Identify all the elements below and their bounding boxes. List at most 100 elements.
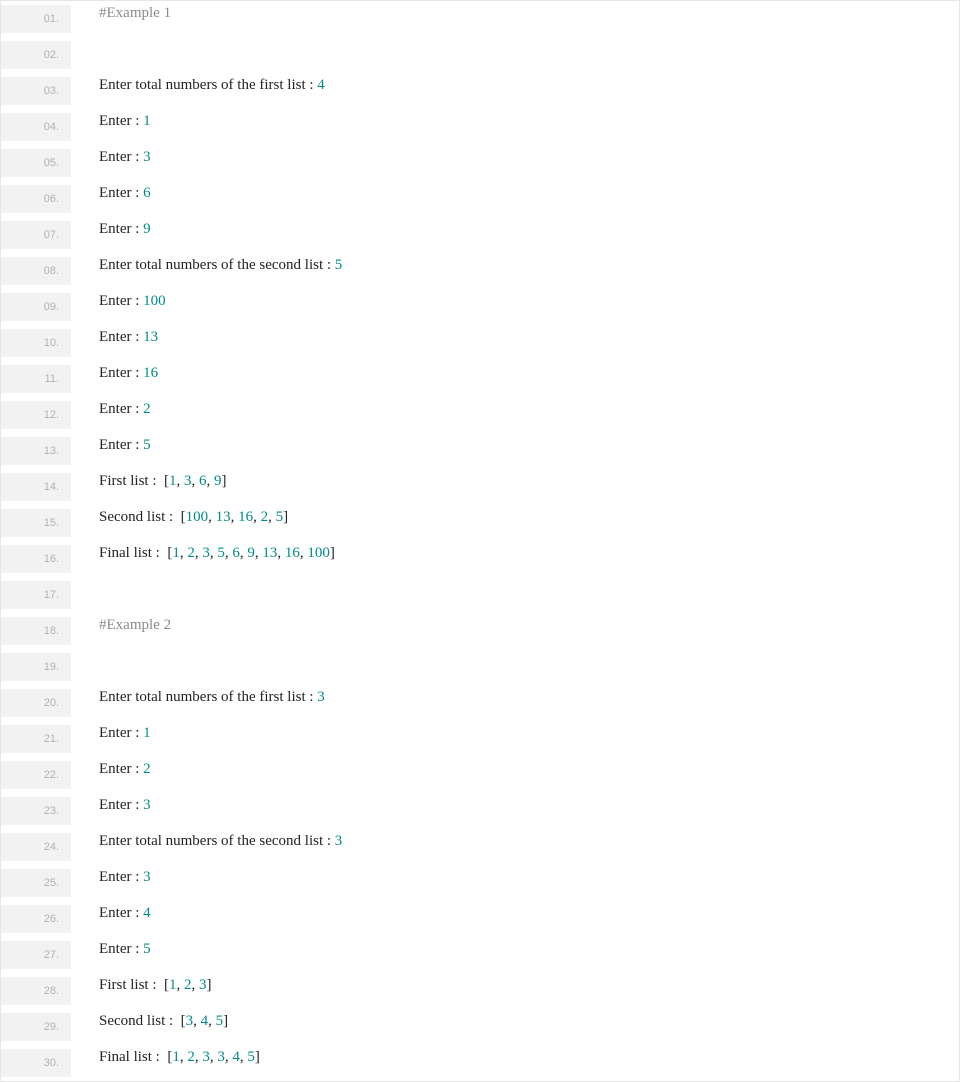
token-number: 5 xyxy=(335,257,343,273)
code-content: Enter : 6 xyxy=(71,185,959,202)
token-plain: Enter : xyxy=(99,797,143,813)
code-content: Enter : 100 xyxy=(71,293,959,310)
token-plain: Enter : xyxy=(99,869,143,885)
token-number: 13 xyxy=(262,545,277,561)
code-content: First list : [1, 2, 3] xyxy=(71,977,959,994)
token-plain: Enter total numbers of the first list : xyxy=(99,77,317,93)
token-plain: , xyxy=(192,977,200,993)
token-number: 16 xyxy=(143,365,158,381)
token-number: 16 xyxy=(238,509,253,525)
token-plain: Enter : xyxy=(99,293,143,309)
code-content: First list : [1, 3, 6, 9] xyxy=(71,473,959,490)
code-content: Enter : 1 xyxy=(71,113,959,130)
code-line: 13.Enter : 5 xyxy=(1,433,959,469)
code-line: 23.Enter : 3 xyxy=(1,793,959,829)
code-content: Enter : 3 xyxy=(71,797,959,814)
token-plain: ] xyxy=(223,1013,228,1029)
token-plain: , xyxy=(180,1049,188,1065)
code-content: Enter total numbers of the second list :… xyxy=(71,257,959,274)
token-plain: , xyxy=(208,1013,216,1029)
token-number: 2 xyxy=(143,401,151,417)
token-number: 6 xyxy=(143,185,151,201)
code-line: 12.Enter : 2 xyxy=(1,397,959,433)
code-content: Second list : [3, 4, 5] xyxy=(71,1013,959,1030)
token-number: 2 xyxy=(143,761,151,777)
line-number: 07. xyxy=(1,221,71,249)
token-plain: , xyxy=(253,509,261,525)
token-number: 9 xyxy=(247,545,255,561)
line-number: 04. xyxy=(1,113,71,141)
code-line: 17. xyxy=(1,577,959,613)
line-number: 11. xyxy=(1,365,71,393)
line-number: 03. xyxy=(1,77,71,105)
code-line: 24.Enter total numbers of the second lis… xyxy=(1,829,959,865)
token-plain: ] xyxy=(255,1049,260,1065)
token-number: 3 xyxy=(202,1049,210,1065)
line-number: 27. xyxy=(1,941,71,969)
token-plain: , xyxy=(192,473,200,489)
token-number: 5 xyxy=(143,941,151,957)
token-plain: Enter : xyxy=(99,761,143,777)
token-number: 6 xyxy=(232,545,240,561)
code-content: Final list : [1, 2, 3, 3, 4, 5] xyxy=(71,1049,959,1066)
code-line: 11. Enter : 16 xyxy=(1,361,959,397)
code-content: Enter : 5 xyxy=(71,941,959,958)
code-content: Enter : 3 xyxy=(71,149,959,166)
token-number: 4 xyxy=(143,905,151,921)
token-plain: , xyxy=(195,1049,203,1065)
token-plain: Enter : xyxy=(99,113,143,129)
token-number: 3 xyxy=(199,977,207,993)
code-line: 02. xyxy=(1,37,959,73)
token-plain: , xyxy=(177,473,185,489)
token-comment: #Example 2 xyxy=(99,617,171,633)
token-plain: , xyxy=(225,1049,233,1065)
token-plain: , xyxy=(277,545,285,561)
token-plain: Enter total numbers of the first list : xyxy=(99,689,317,705)
token-plain: First list : [ xyxy=(99,977,169,993)
token-plain: , xyxy=(240,1049,248,1065)
token-number: 3 xyxy=(143,149,151,165)
token-plain: Second list : [ xyxy=(99,509,186,525)
token-number: 1 xyxy=(172,545,180,561)
token-number: 9 xyxy=(214,473,222,489)
token-number: 1 xyxy=(169,977,177,993)
line-number: 28. xyxy=(1,977,71,1005)
token-number: 3 xyxy=(317,689,325,705)
code-line: 14.First list : [1, 3, 6, 9] xyxy=(1,469,959,505)
code-content: Enter : 4 xyxy=(71,905,959,922)
code-line: 25.Enter : 3 xyxy=(1,865,959,901)
token-number: 3 xyxy=(143,797,151,813)
line-number: 17. xyxy=(1,581,71,609)
token-plain: Enter : xyxy=(99,329,143,345)
token-plain: , xyxy=(207,473,215,489)
line-number: 06. xyxy=(1,185,71,213)
token-plain: Enter : xyxy=(99,365,143,381)
token-plain: Enter : xyxy=(99,941,143,957)
code-line: 06.Enter : 6 xyxy=(1,181,959,217)
token-plain: Enter : xyxy=(99,401,143,417)
code-line: 04.Enter : 1 xyxy=(1,109,959,145)
code-content: Enter : 2 xyxy=(71,761,959,778)
token-plain: ] xyxy=(330,545,335,561)
code-line: 15.Second list : [100, 13, 16, 2, 5] xyxy=(1,505,959,541)
token-plain: , xyxy=(268,509,276,525)
line-number: 01. xyxy=(1,5,71,33)
code-content: Enter : 3 xyxy=(71,869,959,886)
code-line: 22.Enter : 2 xyxy=(1,757,959,793)
code-line: 07.Enter : 9 xyxy=(1,217,959,253)
code-line: 16.Final list : [1, 2, 3, 5, 6, 9, 13, 1… xyxy=(1,541,959,577)
line-number: 14. xyxy=(1,473,71,501)
token-number: 3 xyxy=(202,545,210,561)
code-content: Final list : [1, 2, 3, 5, 6, 9, 13, 16, … xyxy=(71,545,959,562)
token-number: 100 xyxy=(143,293,166,309)
token-number: 3 xyxy=(184,473,192,489)
token-plain: Enter total numbers of the second list : xyxy=(99,833,335,849)
code-line: 27.Enter : 5 xyxy=(1,937,959,973)
line-number: 25. xyxy=(1,869,71,897)
token-plain: , xyxy=(193,1013,201,1029)
token-plain: Enter : xyxy=(99,221,143,237)
token-plain: , xyxy=(177,977,185,993)
token-number: 1 xyxy=(143,725,151,741)
token-number: 2 xyxy=(187,545,195,561)
code-line: 30.Final list : [1, 2, 3, 3, 4, 5] xyxy=(1,1045,959,1081)
